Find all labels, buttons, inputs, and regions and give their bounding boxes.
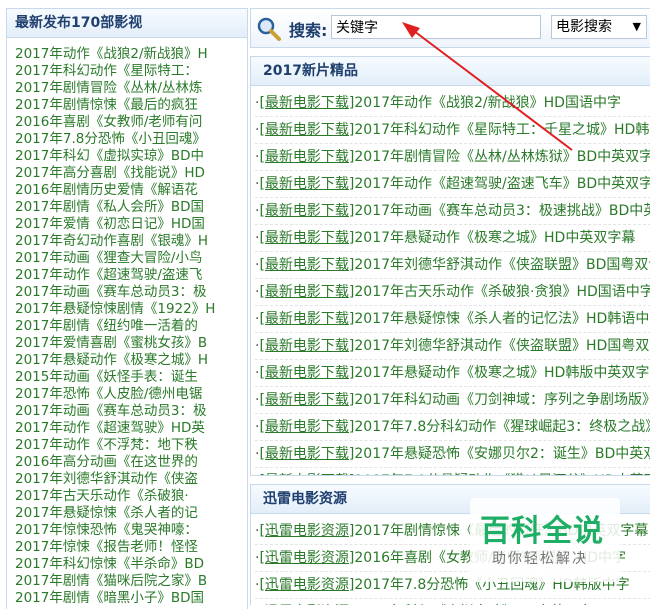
latest-release-link[interactable]: 2015年动画《妖怪手表：诞生 bbox=[15, 369, 241, 386]
new-movie-row: ·[最新电影下载]2017年悬疑动作《极寒之城》HD韩版中英双字幕 bbox=[255, 360, 650, 387]
category-tag-link[interactable]: [最新电影下载] bbox=[259, 203, 354, 219]
latest-release-link[interactable]: 2017年动画《赛车总动员3：极 bbox=[15, 284, 241, 301]
category-tag-link[interactable]: [最新电影下载] bbox=[259, 365, 354, 381]
category-tag-link[interactable]: [最新电影下载] bbox=[259, 446, 354, 462]
latest-release-link[interactable]: 2017年剧情惊悚《最后的疯狂 bbox=[15, 97, 241, 114]
category-tag-link[interactable]: [最新电影下载] bbox=[259, 473, 354, 475]
latest-release-link[interactable]: 2017年剧情《暗黑小子》BD国 bbox=[15, 590, 241, 607]
category-tag-link[interactable]: [最新电影下载] bbox=[259, 176, 354, 192]
latest-release-link[interactable]: 2017年高分喜剧《找能说》HD bbox=[15, 165, 241, 182]
search-input[interactable] bbox=[331, 15, 541, 39]
latest-release-link[interactable]: 2016年喜剧《女教师/老师有问 bbox=[15, 114, 241, 131]
new-movie-row: ·[最新电影下载]2017年动作《超速驾驶/盗速飞车》BD中英双字 bbox=[255, 171, 650, 198]
latest-release-link[interactable]: 2017年奇幻动作喜剧《银魂》H bbox=[15, 233, 241, 250]
search-type-select[interactable]: 电影搜索 ▼ bbox=[551, 15, 647, 39]
latest-release-link[interactable]: 2017年爱情《初恋日记》HD国 bbox=[15, 216, 241, 233]
latest-release-link[interactable]: 2017年动作《战狼2/新战狼》H bbox=[15, 46, 241, 63]
latest-release-link[interactable]: 2017年悬疑惊悚《杀人者的记 bbox=[15, 505, 241, 522]
category-tag-link[interactable]: [最新电影下载] bbox=[259, 338, 354, 354]
new-movie-row: ·[最新电影下载]2017年悬疑恐怖《安娜贝尔2：诞生》BD中英双 bbox=[255, 441, 650, 468]
latest-release-link[interactable]: 2017年动画《狸查大冒险/小鸟 bbox=[15, 250, 241, 267]
watermark-main-text: 百科全说 bbox=[480, 514, 604, 549]
category-tag-link[interactable]: [迅雷电影资源] bbox=[259, 523, 354, 539]
latest-release-link[interactable]: 2017年7.8分恐怖《小丑回魂》 bbox=[15, 131, 241, 148]
category-tag-link[interactable]: [迅雷电影资源] bbox=[259, 604, 354, 605]
new-movie-row: ·[最新电影下载]2017年7.9分悬疑动作《猎凶风河谷》HD中英双 bbox=[255, 468, 650, 475]
new-movie-row: ·[最新电影下载]2017年剧情冒险《丛林/丛林炼狱》BD中英双字 bbox=[255, 144, 650, 171]
latest-release-link[interactable]: 2017年剧情《纽约唯一活着的 bbox=[15, 318, 241, 335]
movie-title-link[interactable]: 2017年科幻动作《星际特工：千星之城》HD韩版 bbox=[354, 122, 650, 138]
latest-release-link[interactable]: 2017年惊悚《报告老师！怪怪 bbox=[15, 539, 241, 556]
movie-title-link[interactable]: 2017年动作《战狼2/新战狼》HD国语中字 bbox=[354, 95, 621, 111]
movie-title-link[interactable]: 2017年悬疑恐怖《安娜贝尔2：诞生》BD中英双 bbox=[354, 446, 650, 462]
latest-release-link[interactable]: 2017年科幻动作《星际特工： bbox=[15, 63, 241, 80]
latest-release-link[interactable]: 2016年高分动画《在这世界的 bbox=[15, 454, 241, 471]
new-movie-row: ·[最新电影下载]2017年动画《赛车总动员3：极速挑战》BD中英 bbox=[255, 198, 650, 225]
movie-title-link[interactable]: 2017年科幻《虚拟实琼》BD中英双字 bbox=[354, 604, 592, 605]
movie-title-link[interactable]: 2017年刘德华舒淇动作《侠盗联盟》BD国粤双语 bbox=[354, 257, 650, 273]
watermark-sub-text: 助你轻松解决 bbox=[492, 551, 588, 567]
movie-title-link[interactable]: 2017年7.9分悬疑动作《猎凶风河谷》HD中英双 bbox=[354, 473, 650, 475]
latest-release-link[interactable]: 2017年剧情《私人会所》BD国 bbox=[15, 199, 241, 216]
search-icon bbox=[257, 17, 281, 41]
latest-release-link[interactable]: 2017年科幻《虚拟实琼》BD中 bbox=[15, 148, 241, 165]
search-type-value: 电影搜索 bbox=[556, 19, 612, 35]
new-movie-row: ·[最新电影下载]2017年悬疑动作《极寒之城》HD中英双字幕 bbox=[255, 225, 650, 252]
new-movies-panel: 2017新片精品 ·[最新电影下载]2017年动作《战狼2/新战狼》HD国语中字… bbox=[250, 56, 650, 476]
category-tag-link[interactable]: [最新电影下载] bbox=[259, 95, 354, 111]
movie-title-link[interactable]: 2017年剧情冒险《丛林/丛林炼狱》BD中英双字 bbox=[354, 149, 650, 165]
movie-title-link[interactable]: 2017年动画《赛车总动员3：极速挑战》BD中英 bbox=[354, 203, 650, 219]
latest-releases-panel: 最新发布170部影视 2017年动作《战狼2/新战狼》H 2017年科幻动作《星际… bbox=[6, 8, 248, 609]
latest-release-link[interactable]: 2017年悬疑惊悚剧情《1922》H bbox=[15, 301, 241, 318]
new-movie-row: ·[最新电影下载]2017年科幻动画《刀剑神域：序列之争剧场版》 bbox=[255, 387, 650, 414]
movie-title-link[interactable]: 2017年悬疑动作《极寒之城》HD中英双字幕 bbox=[354, 230, 635, 246]
movie-title-link[interactable]: 2017年悬疑惊悚《杀人者的记忆法》HD韩语中字 bbox=[354, 311, 650, 327]
latest-releases-title: 最新发布170部影视 bbox=[7, 9, 247, 38]
new-movies-title: 2017新片精品 bbox=[251, 57, 650, 86]
latest-release-link[interactable]: 2017年动作《超速驾驶/盗速飞 bbox=[15, 267, 241, 284]
search-bar: 搜索: 电影搜索 ▼ bbox=[250, 8, 650, 48]
new-movie-row: ·[最新电影下载]2017年科幻动作《星际特工：千星之城》HD韩版 bbox=[255, 117, 650, 144]
latest-release-link[interactable]: 2017年动画《赛车总动员3：极 bbox=[15, 403, 241, 420]
watermark-logo: 百科全说 助你轻松解决 bbox=[470, 498, 620, 582]
latest-release-link[interactable]: 2017年古天乐动作《杀破狼· bbox=[15, 488, 241, 505]
new-movie-row: ·[最新电影下载]2017年刘德华舒淇动作《侠盗联盟》HD国粤双语 bbox=[255, 333, 650, 360]
new-movie-row: ·[最新电影下载]2017年古天乐动作《杀破狼·贪狼》HD国语中字 bbox=[255, 279, 650, 306]
latest-release-link[interactable]: 2017年剧情《猫咪后院之家》B bbox=[15, 573, 241, 590]
new-movie-row: ·[最新电影下载]2017年悬疑惊悚《杀人者的记忆法》HD韩语中字 bbox=[255, 306, 650, 333]
latest-release-link[interactable]: 2017年动作《不浮梵：地下秩 bbox=[15, 437, 241, 454]
category-tag-link[interactable]: [最新电影下载] bbox=[259, 419, 354, 435]
category-tag-link[interactable]: [最新电影下载] bbox=[259, 149, 354, 165]
movie-title-link[interactable]: 2017年7.8分科幻动作《猩球崛起3：终极之战》 bbox=[354, 419, 650, 435]
movie-title-link[interactable]: 2017年悬疑动作《极寒之城》HD韩版中英双字幕 bbox=[354, 365, 650, 381]
latest-release-link[interactable]: 2017年动作《超速驾驶》HD英 bbox=[15, 420, 241, 437]
latest-release-link[interactable]: 2016年剧情历史爱情《解语花 bbox=[15, 182, 241, 199]
new-movie-row: ·[最新电影下载]2017年动作《战狼2/新战狼》HD国语中字 bbox=[255, 90, 650, 117]
category-tag-link[interactable]: [最新电影下载] bbox=[259, 230, 354, 246]
latest-release-link[interactable]: 2017年恐怖《人皮脸/德州电锯 bbox=[15, 386, 241, 403]
latest-release-link[interactable]: 2017年悬疑动作《极寒之城》H bbox=[15, 352, 241, 369]
movie-title-link[interactable]: 2017年科幻动画《刀剑神域：序列之争剧场版》 bbox=[354, 392, 650, 408]
category-tag-link[interactable]: [最新电影下载] bbox=[259, 392, 354, 408]
latest-release-link[interactable]: 2017年爱情喜剧《蜜桃女孩》B bbox=[15, 335, 241, 352]
category-tag-link[interactable]: [最新电影下载] bbox=[259, 122, 354, 138]
new-movies-list: ·[最新电影下载]2017年动作《战狼2/新战狼》HD国语中字 ·[最新电影下载]… bbox=[251, 86, 650, 475]
latest-release-link[interactable]: 2017年刘德华舒淇动作《侠盗 bbox=[15, 471, 241, 488]
movie-title-link[interactable]: 2017年刘德华舒淇动作《侠盗联盟》HD国粤双语 bbox=[354, 338, 650, 354]
category-tag-link[interactable]: [迅雷电影资源] bbox=[259, 577, 354, 593]
latest-release-link[interactable]: 2017年惊悚恐怖《鬼哭神嚎： bbox=[15, 522, 241, 539]
category-tag-link[interactable]: [迅雷电影资源] bbox=[259, 550, 354, 566]
latest-release-link[interactable]: 2017年剧情冒险《丛林/丛林炼 bbox=[15, 80, 241, 97]
category-tag-link[interactable]: [最新电影下载] bbox=[259, 284, 354, 300]
new-movie-row: ·[最新电影下载]2017年7.8分科幻动作《猩球崛起3：终极之战》 bbox=[255, 414, 650, 441]
movie-title-link[interactable]: 2017年动作《超速驾驶/盗速飞车》BD中英双字 bbox=[354, 176, 650, 192]
search-label: 搜索: bbox=[289, 21, 328, 40]
latest-release-link[interactable]: 2017年科幻惊悚《半杀命》BD bbox=[15, 556, 241, 573]
new-movie-row: ·[最新电影下载]2017年刘德华舒淇动作《侠盗联盟》BD国粤双语 bbox=[255, 252, 650, 279]
movie-title-link[interactable]: 2017年古天乐动作《杀破狼·贪狼》HD国语中字 bbox=[354, 284, 650, 300]
category-tag-link[interactable]: [最新电影下载] bbox=[259, 311, 354, 327]
latest-releases-list: 2017年动作《战狼2/新战狼》H 2017年科幻动作《星际特工： 2017年剧情冒… bbox=[7, 38, 247, 607]
category-tag-link[interactable]: [最新电影下载] bbox=[259, 257, 354, 273]
chevron-down-icon: ▼ bbox=[632, 20, 641, 33]
